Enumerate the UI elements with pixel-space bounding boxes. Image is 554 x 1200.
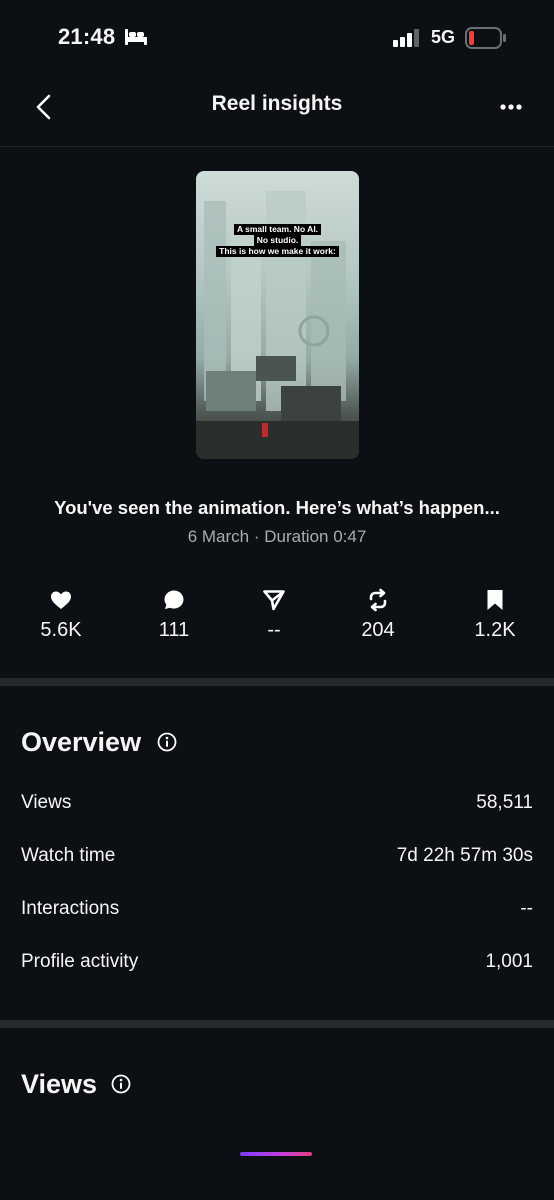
stat-likes: 5.6K <box>11 588 111 642</box>
metric-row-profile-activity: Profile activity 1,001 <box>21 951 533 981</box>
header-divider <box>0 146 554 147</box>
metric-label: Interactions <box>21 898 120 919</box>
reel-title: You've seen the animation. Here’s what’s… <box>54 497 500 518</box>
thumbnail-caption-line: A small team. No AI. <box>233 224 322 235</box>
share-icon <box>263 590 285 611</box>
metric-value: 58,511 <box>476 792 533 813</box>
metric-label: Watch time <box>21 845 116 866</box>
metric-row-interactions: Interactions -- <box>21 898 533 928</box>
metric-label: Views <box>21 792 72 813</box>
thumbnail-artwork <box>196 191 359 459</box>
network-label: 5G <box>431 27 456 47</box>
stat-value: 5.6K <box>40 619 82 641</box>
stat-value: 1.2K <box>474 619 516 641</box>
status-bar: 21:48 5G <box>0 0 554 76</box>
overview-title: Overview <box>21 727 142 757</box>
views-chart-edge <box>240 1152 312 1156</box>
battery-icon <box>465 27 506 49</box>
bookmark-icon <box>487 590 503 610</box>
nav-bar: Reel insights <box>0 76 554 146</box>
signal-icon <box>393 29 419 47</box>
metric-row-watch-time: Watch time 7d 22h 57m 30s <box>21 845 533 875</box>
heart-icon <box>51 591 71 609</box>
repost-icon <box>369 588 387 612</box>
stat-value: 204 <box>361 619 395 641</box>
stat-comments: 111 <box>124 588 224 642</box>
stat-reposts: 204 <box>328 588 428 642</box>
metric-value: 7d 22h 57m 30s <box>396 845 533 866</box>
bed-icon <box>125 29 147 45</box>
status-time: 21:48 <box>58 24 116 49</box>
metric-value: -- <box>520 898 533 919</box>
engagement-stats: 5.6K 111 -- 204 1.2K <box>0 588 554 648</box>
stat-value: -- <box>267 619 281 641</box>
page-title: Reel insights <box>211 92 343 115</box>
section-divider <box>0 678 554 686</box>
comment-icon <box>164 590 184 609</box>
info-icon[interactable] <box>157 732 177 752</box>
metric-row-views: Views 58,511 <box>21 792 533 822</box>
more-horizontal-icon[interactable] <box>496 92 526 122</box>
thumbnail-caption-line: No studio. <box>253 235 302 246</box>
reel-thumbnail[interactable]: A small team. No AI. No studio. This is … <box>196 171 359 459</box>
stat-value: 111 <box>158 619 190 641</box>
metric-label: Profile activity <box>21 951 139 972</box>
stat-saves: 1.2K <box>445 588 545 642</box>
thumbnail-caption: A small team. No AI. No studio. This is … <box>196 224 359 257</box>
reel-meta: 6 March · Duration 0:47 <box>187 527 367 546</box>
section-divider <box>0 1020 554 1028</box>
info-icon[interactable] <box>111 1074 131 1094</box>
views-section-title: Views <box>21 1069 98 1099</box>
thumbnail-caption-line: This is how we make it work: <box>216 246 339 257</box>
stat-shares: -- <box>224 588 324 642</box>
metric-value: 1,001 <box>485 951 533 972</box>
